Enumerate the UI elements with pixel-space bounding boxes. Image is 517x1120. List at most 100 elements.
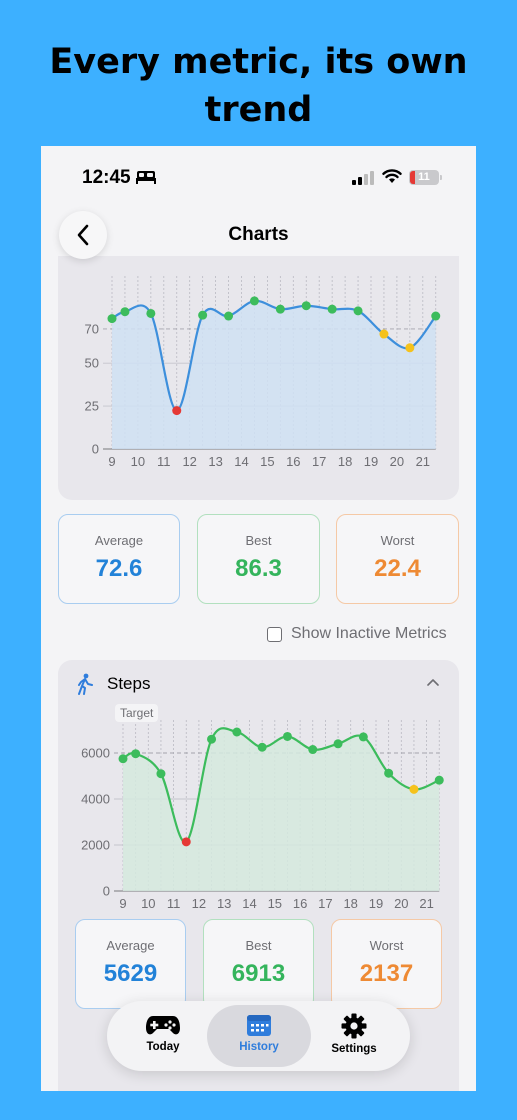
headline: Every metric, its own trend [49,42,468,130]
tab-settings-label: Settings [331,1043,377,1055]
target-label: Target [115,704,159,722]
metric-chart-point [146,308,156,318]
steps-worst-value: 2137 [359,960,414,987]
metric-chart-point [327,304,337,314]
tab-bar: Today History Settings [107,1001,410,1071]
gear-icon [341,1013,367,1039]
metric-chart-x-tick-label: 9 [108,454,115,469]
steps-best-stat: Best 6913 [203,919,314,1009]
average-label: Average [94,533,144,548]
metric-chart-area [112,300,436,449]
steps-chart-point [333,739,343,749]
metric-chart-x-tick-label: 19 [364,454,378,469]
steps-chart-x-tick-label: 16 [293,896,307,911]
steps-worst-stat: Worst 2137 [331,919,442,1009]
metric-chart-x-tick-label: 10 [131,454,145,469]
steps-average-label: Average [106,938,155,953]
bed-icon [136,171,156,184]
metric-chart-y-tick-label: 70 [85,321,99,336]
steps-chart-point [131,749,141,759]
metric-chart-y-tick-label: 50 [85,356,99,371]
steps-chart-y-tick-label: 0 [103,884,110,899]
metric-chart-point [224,311,234,321]
metric-chart-point [431,311,441,321]
gamepad-icon [146,1016,180,1035]
steps-worst-label: Worst [369,938,404,953]
steps-chart-point [409,784,419,794]
average-value: 72.6 [95,555,143,582]
steps-chart-x-tick-label: 17 [318,896,332,911]
steps-chart-x-tick-label: 20 [394,896,408,911]
metric-chart-y-tick-label: 25 [85,399,99,414]
wifi-icon [382,169,402,183]
metric-chart-x-tick-label: 14 [234,454,248,469]
best-label: Best [245,533,272,548]
metric-chart-point [172,406,182,416]
steps-chart-x-tick-label: 18 [343,896,357,911]
calendar-icon [247,1015,271,1036]
steps-chart-x-tick-label: 12 [192,896,206,911]
steps-chart-point [181,837,191,847]
metric-chart-x-tick-label: 17 [312,454,326,469]
steps-chart-y-tick-label: 6000 [81,746,110,761]
average-stat: Average 72.6 [58,514,180,604]
steps-chart-point [232,727,242,737]
show-inactive-label: Show Inactive Metrics [291,625,447,642]
steps-chart-x-tick-label: 21 [419,896,433,911]
worst-stat: Worst 22.4 [336,514,459,604]
phone-screen: 12:45 11 0 25 50 70 9 10 11 12 13 14 15 16 17 18 19 20 2… [41,146,476,1091]
steps-chart-y-tick-label: 4000 [81,792,110,807]
steps-chart-point [207,734,217,744]
metric-chart-x-tick-label: 21 [416,454,430,469]
steps-chart-x-tick-label: 13 [217,896,231,911]
metric-chart-x-tick-label: 11 [157,454,171,469]
metric-chart-point [405,343,415,353]
steps-chart-x-tick-label: 14 [242,896,256,911]
status-time: 12:45 [82,167,131,188]
steps-chart-point [434,775,444,785]
steps-chart-x-tick-label: 19 [369,896,383,911]
tab-today[interactable]: Today [111,1005,215,1067]
show-inactive-toggle[interactable]: Show Inactive Metrics [267,624,447,644]
battery-level: 11 [418,171,430,183]
metric-chart-card: 0 25 50 70 9 10 11 12 13 14 15 16 17 18 19 20 21 [58,256,459,500]
steps-best-label: Best [245,938,272,953]
show-inactive-checkbox[interactable] [267,626,282,642]
worst-label: Worst [380,533,415,548]
steps-chart-point [358,732,368,742]
battery-icon: 11 [409,170,439,185]
steps-chart-x-tick-label: 10 [141,896,155,911]
steps-chart-x-tick-label: 11 [167,896,181,911]
metric-chart-x-tick-label: 13 [208,454,222,469]
tab-settings[interactable]: Settings [302,1005,406,1067]
status-bar: 12:45 11 [41,146,476,206]
metric-chart-point [249,296,259,306]
steps-chart-point [308,745,318,755]
steps-chart-point [257,742,267,752]
page-title: Charts [228,224,289,245]
best-stat: Best 86.3 [197,514,320,604]
metric-chart-y-tick-label: 0 [92,442,99,457]
metric-chart-x-tick-label: 20 [390,454,404,469]
steps-chart-y-tick-label: 2000 [81,838,110,853]
signal-icon [352,171,374,185]
metric-chart-point [301,301,311,311]
metric-chart-x-tick-label: 12 [182,454,196,469]
tab-today-label: Today [146,1041,180,1053]
chevron-up-icon[interactable] [427,678,439,686]
metric-chart-point [353,306,363,316]
metric-chart-x-tick-label: 16 [286,454,300,469]
metric-chart-point [379,329,389,339]
steps-chart-x-tick-label: 9 [119,896,126,911]
steps-chart-point [282,731,292,741]
metric-chart-point [198,310,208,320]
metric-trend-chart: 0 25 50 70 9 10 11 12 13 14 15 16 17 18 19 20 21 [85,276,441,469]
steps-chart-point [384,768,394,778]
metric-chart-point [107,314,117,324]
metric-chart-x-tick-label: 18 [338,454,352,469]
metric-chart-x-tick-label: 15 [260,454,274,469]
steps-header[interactable]: Steps [58,671,459,697]
metric-chart-point [120,307,130,317]
tab-history[interactable]: History [207,1005,311,1067]
steps-average-value: 5629 [103,960,158,987]
